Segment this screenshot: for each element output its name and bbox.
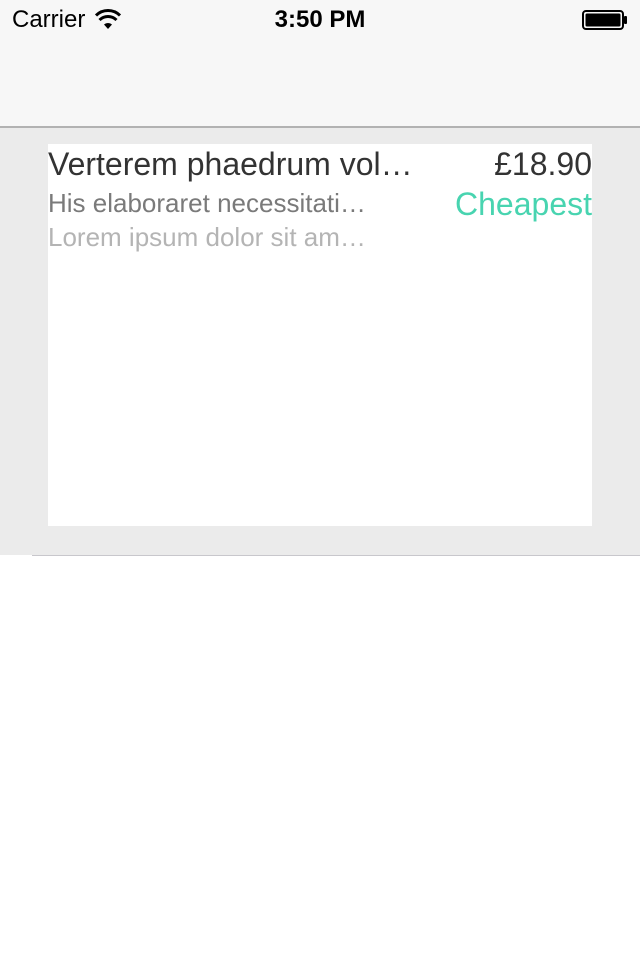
- cheapest-badge: Cheapest: [455, 186, 592, 222]
- cell-separator: [32, 555, 640, 556]
- navigation-bar: Carrier 3:50 PM: [0, 0, 640, 128]
- item-price: £18.90: [494, 146, 592, 182]
- list-item[interactable]: Verterem phaedrum vol… £18.90 His elabor…: [48, 144, 592, 526]
- item-subtitle: His elaboraret necessitati…: [48, 188, 366, 218]
- table-cell[interactable]: Verterem phaedrum vol… £18.90 His elabor…: [0, 128, 640, 555]
- battery-icon: [582, 10, 627, 30]
- screen: Carrier 3:50 PM Verterem phaedrum vol… £…: [0, 0, 640, 960]
- status-time: 3:50 PM: [274, 6, 366, 33]
- item-title: Verterem phaedrum vol…: [48, 146, 413, 182]
- item-description: Lorem ipsum dolor sit am…: [48, 222, 366, 252]
